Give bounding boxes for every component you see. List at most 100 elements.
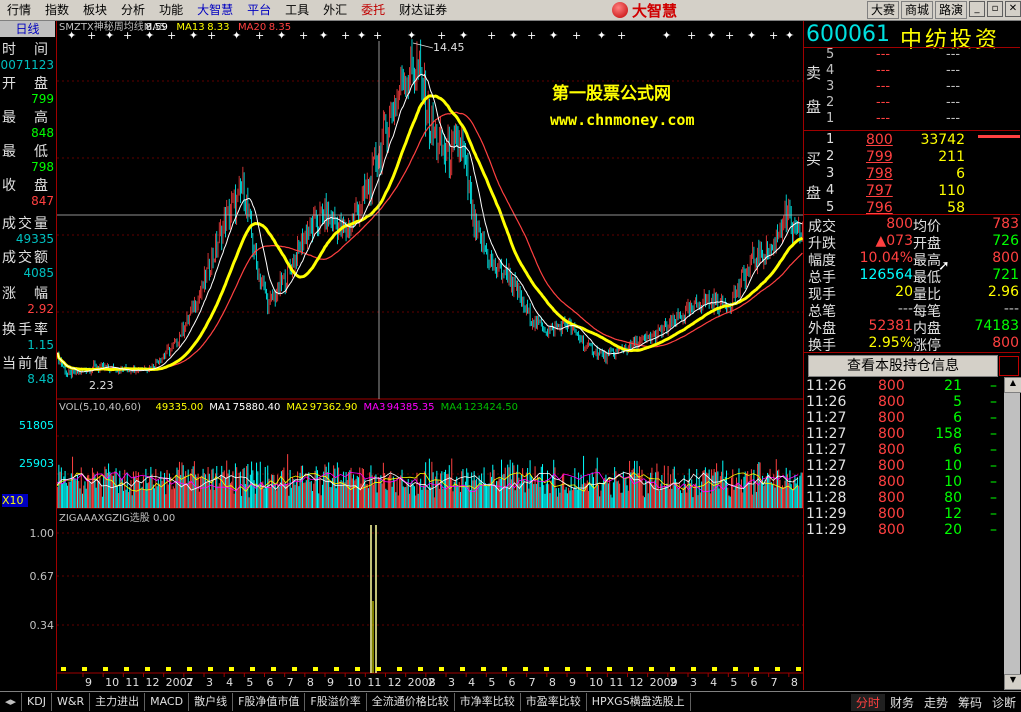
quote-value: 783 [992, 216, 1019, 232]
x-axis-label: 4 [710, 676, 717, 689]
minimize-icon[interactable]: _ [969, 1, 985, 17]
tick-direction-mark: – [990, 442, 997, 458]
indicator-tab[interactable]: W&R [52, 693, 91, 711]
tick-time: 11:29 [806, 522, 847, 538]
menu-item-9[interactable]: 委托 [354, 0, 392, 20]
close-icon[interactable]: ✕ [1005, 1, 1021, 17]
zig-baseline-marker [355, 667, 360, 671]
scroll-down-icon[interactable]: ▼ [1004, 674, 1021, 690]
ask-price[interactable]: --- [876, 111, 890, 127]
top-button-1[interactable]: 商城 [900, 1, 933, 19]
bid-price[interactable]: 800 [866, 132, 893, 148]
indicator-tab[interactable]: 全流通价格比较 [367, 693, 455, 711]
expand-icon[interactable] [999, 356, 1019, 376]
ask-level: 3 [826, 79, 835, 94]
menu-item-4[interactable]: 功能 [152, 0, 190, 20]
right-tab[interactable]: 诊断 [987, 694, 1021, 711]
tab-scroll-left-icon[interactable]: ◂▸ [0, 693, 23, 711]
bid-price[interactable]: 799 [866, 149, 893, 165]
view-holdings-button[interactable]: 查看本股持仓信息 [808, 355, 998, 377]
signal-marker: ✦ [459, 29, 468, 42]
ask-price[interactable]: --- [876, 63, 890, 79]
zig-baseline-marker [271, 667, 276, 671]
info-close-label: 收 盘 [2, 178, 50, 194]
top-button-0[interactable]: 大赛 [866, 1, 899, 19]
bid-level: 2 [826, 149, 835, 164]
ask-volume: --- [946, 95, 961, 110]
bid-price[interactable]: 798 [866, 166, 893, 182]
quote-value: 2.96 [987, 284, 1019, 300]
menu-item-0[interactable]: 行情 [0, 0, 38, 20]
menu-item-5[interactable]: 大智慧 [190, 0, 240, 20]
menu-item-8[interactable]: 外汇 [316, 0, 354, 20]
ask-price[interactable]: --- [876, 95, 890, 111]
tick-list-scrollbar[interactable] [1004, 377, 1020, 689]
restore-icon[interactable]: ▫ [987, 1, 1003, 17]
orderbook-side-label: 买 [806, 150, 822, 168]
bid-price[interactable]: 797 [866, 183, 893, 199]
tick-volume: 12 [944, 506, 962, 522]
x-axis-label: 2 [186, 676, 193, 689]
quote-value: --- [897, 301, 913, 317]
menu-item-1[interactable]: 指数 [38, 0, 76, 20]
tick-direction-mark: – [990, 522, 997, 538]
indicator-tab[interactable]: KDJ [22, 693, 52, 711]
info-amount-label: 成交额 [2, 250, 50, 266]
ask-level: 5 [826, 47, 835, 62]
indicator-tab[interactable]: F股溢价率 [305, 693, 367, 711]
signal-marker: + [373, 29, 382, 42]
info-volume-value: 49335 [15, 232, 54, 246]
tick-time: 11:27 [806, 426, 847, 442]
ask-volume: --- [946, 79, 961, 94]
indicator-tab[interactable]: F股净值市值 [233, 693, 306, 711]
tick-volume: 6 [953, 442, 962, 458]
main-legend-item: MA20 [238, 22, 266, 33]
zig-baseline-marker [313, 667, 318, 671]
mouse-cursor-icon: ➚ [938, 258, 950, 274]
ask-price[interactable]: --- [876, 79, 890, 95]
menu-item-2[interactable]: 板块 [76, 0, 114, 20]
signal-marker: ✦ [357, 29, 366, 42]
stock-code: 600061 [806, 22, 890, 47]
indicator-tab[interactable]: 市盈率比较 [521, 693, 587, 711]
tick-time: 11:26 [806, 378, 847, 394]
signal-marker: + [299, 29, 308, 42]
kline-chart[interactable]: 14.45 2.23 第一股票公式网 www.chnmoney.com ✦ + ✦ + ✦ + ✦ +… [57, 21, 803, 691]
indicator-tab[interactable]: HPXGS横盘选股上 [587, 693, 691, 711]
quote-value: 2.95% [868, 335, 913, 351]
info-change-value: 2.92 [27, 302, 54, 316]
stock-header: 600061 中纺投资 [806, 22, 1020, 53]
right-tab[interactable]: 分时 [850, 693, 885, 711]
bid-volume: 33742 [920, 132, 965, 148]
period-label[interactable]: 日线 [0, 21, 55, 37]
indicator-tab[interactable]: 散户线 [189, 693, 234, 711]
zig-baseline-marker [775, 667, 780, 671]
x-axis-label: 12 [388, 676, 402, 689]
zig-baseline-marker [649, 667, 654, 671]
zig-baseline-marker [103, 667, 108, 671]
menu-item-6[interactable]: 平台 [240, 0, 278, 20]
indicator-tab[interactable]: 主力进出 [90, 693, 146, 711]
ask-level: 1 [826, 111, 835, 126]
right-tab[interactable]: 筹码 [953, 694, 987, 711]
menu-item-7[interactable]: 工具 [278, 0, 316, 20]
stock-head-border [804, 47, 1020, 48]
top-button-2[interactable]: 路演 [934, 1, 967, 19]
indicator-tab[interactable]: MACD [145, 693, 190, 711]
menu-item-3[interactable]: 分析 [114, 0, 152, 20]
ma13-line [57, 94, 803, 372]
right-tab[interactable]: 财务 [885, 694, 919, 711]
scroll-up-icon[interactable]: ▲ [1004, 377, 1021, 393]
right-tab[interactable]: 走势 [919, 694, 953, 711]
zig-legend: ZIGAAAXGZIG选股 0.00 [59, 511, 175, 524]
zig-baseline-marker [565, 667, 570, 671]
logo-text: 大智慧 [632, 1, 678, 20]
bid-volume: 211 [938, 149, 965, 165]
tick-direction-mark: – [990, 394, 997, 410]
ask-price[interactable]: --- [876, 47, 890, 63]
indicator-tab[interactable]: 市净率比较 [455, 693, 521, 711]
quote-value: ▲073 [875, 233, 914, 249]
info-high-label: 最 高 [2, 110, 50, 126]
menu-item-10[interactable]: 财达证券 [392, 0, 454, 20]
bid-price[interactable]: 796 [866, 200, 893, 216]
